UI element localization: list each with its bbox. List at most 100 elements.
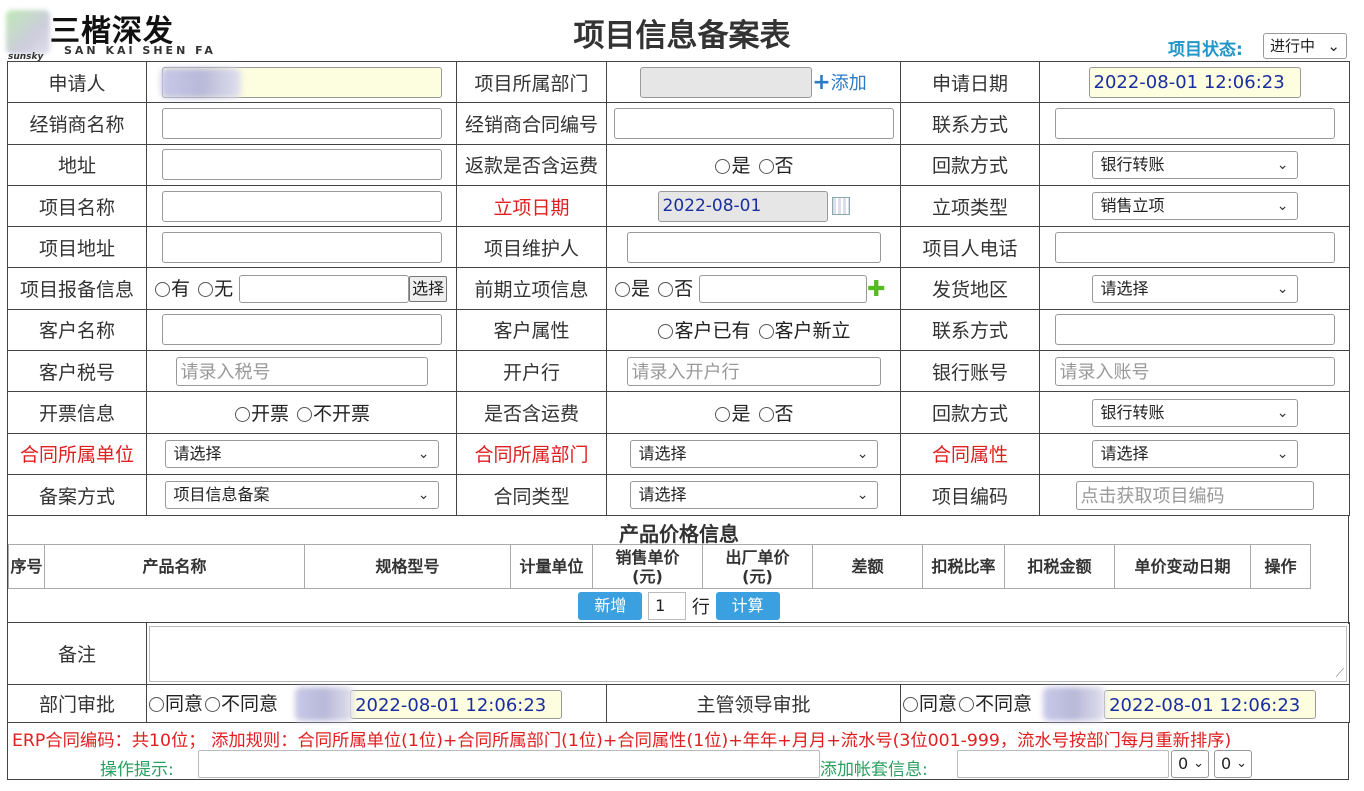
- row-unit-label: 行: [691, 597, 710, 618]
- dealer-name-input[interactable]: [161, 107, 442, 139]
- tax-no-input[interactable]: 请录入税号: [175, 356, 428, 386]
- invoice-no-label: 不开票: [313, 403, 371, 426]
- ship-region-select[interactable]: 请选择 ⌄: [1091, 274, 1298, 303]
- add-plus-icon[interactable]: ✚: [867, 277, 885, 302]
- project-address-input[interactable]: [161, 231, 442, 263]
- prior-no-radio[interactable]: [658, 281, 674, 297]
- record-method-select[interactable]: 项目信息备案 ⌄: [164, 481, 439, 510]
- op-hint-label: 操作提示:: [100, 760, 174, 780]
- report-have-radio[interactable]: [155, 281, 170, 297]
- product-col-header: 扣税金额: [1004, 544, 1115, 589]
- prior-setup-label: 前期立项信息: [456, 267, 607, 310]
- choose-button[interactable]: 选择: [409, 276, 448, 303]
- payment2-value: 银行转账: [1100, 402, 1165, 422]
- customer-exist-radio[interactable]: [658, 324, 674, 340]
- report-none-radio[interactable]: [198, 281, 214, 297]
- account-select-1-value: 0: [1178, 754, 1189, 773]
- account-set-input[interactable]: [957, 750, 1169, 778]
- dept-agree-radio[interactable]: [149, 696, 164, 712]
- freight-no-radio[interactable]: [758, 407, 774, 423]
- leader-disagree-label: 不同意: [975, 692, 1033, 715]
- product-price-section: 产品价格信息 序号 产品名称 规格型号 计量单位 销售单价 (元) 出厂单价 (元) 差额扣…: [7, 516, 1349, 624]
- freight-yes-label: 是: [731, 403, 751, 426]
- redacted-blur: [161, 68, 241, 98]
- leader-agree-radio[interactable]: [903, 696, 918, 712]
- redacted-blur: [1043, 687, 1105, 721]
- payment2-label: 回款方式: [900, 391, 1040, 434]
- calculate-button[interactable]: 计算: [715, 592, 780, 620]
- contract-type-select[interactable]: 请选择 ⌄: [629, 481, 878, 510]
- approval-table: 备注 ⟋ 部门审批 同意 不同意 2022-08-01 12:06:23 主管领导…: [7, 622, 1351, 723]
- rebate-no-label: 否: [774, 155, 794, 178]
- report-info-input[interactable]: [239, 275, 410, 304]
- contract-dept-select[interactable]: 请选择 ⌄: [629, 439, 878, 468]
- customer-exist-label: 客户已有: [674, 320, 751, 343]
- leader-disagree-radio[interactable]: [959, 696, 975, 712]
- payment2-select[interactable]: 银行转账 ⌄: [1091, 398, 1298, 427]
- account-input[interactable]: 请录入账号: [1054, 356, 1335, 386]
- address-label: 地址: [7, 143, 147, 186]
- account-select-2-value: 0: [1221, 754, 1232, 773]
- contract-attr-value: 请选择: [1100, 443, 1149, 463]
- chevron-down-icon: ⌄: [1276, 198, 1289, 215]
- project-phone-input[interactable]: [1054, 231, 1335, 263]
- status-label: 项目状态:: [1168, 40, 1243, 60]
- setup-date-input[interactable]: 2022-08-01: [657, 190, 828, 222]
- dealer-contract-input[interactable]: [613, 107, 894, 139]
- freight-label: 是否含运费: [456, 391, 607, 434]
- contact-input[interactable]: [1054, 107, 1335, 139]
- leader-approve-date[interactable]: 2022-08-01 12:06:23: [1104, 689, 1317, 719]
- op-hint-input[interactable]: [198, 750, 820, 778]
- customer-name-input[interactable]: [161, 314, 442, 346]
- maintainer-input[interactable]: [626, 231, 881, 263]
- dept-disagree-radio[interactable]: [205, 696, 221, 712]
- account-select-1[interactable]: 0 ⌄: [1171, 750, 1209, 778]
- remark-textarea[interactable]: ⟋: [149, 625, 1348, 682]
- chevron-down-icon: ⌄: [417, 487, 430, 504]
- project-code-input[interactable]: 点击获取项目编码: [1075, 480, 1314, 510]
- rebate-yes-radio[interactable]: [715, 159, 731, 175]
- report-none-label: 无: [214, 277, 234, 300]
- account-select-2[interactable]: 0 ⌄: [1214, 750, 1252, 778]
- plus-icon: +: [812, 70, 831, 96]
- dept-input[interactable]: [640, 66, 813, 98]
- prior-yes-radio[interactable]: [615, 281, 630, 297]
- invoice-no-radio[interactable]: [297, 407, 313, 423]
- product-col-header: 销售单价 (元): [592, 544, 703, 589]
- status-select[interactable]: 进行中 ⌄: [1263, 33, 1347, 59]
- invoice-yes-radio[interactable]: [234, 407, 250, 423]
- freight-yes-radio[interactable]: [715, 407, 731, 423]
- dept-agree-label: 同意: [165, 692, 204, 715]
- rebate-yes-label: 是: [731, 155, 751, 178]
- add-dept-link[interactable]: +添加: [812, 70, 866, 96]
- address-input[interactable]: [161, 149, 442, 181]
- resize-handle-icon[interactable]: ⟋: [1336, 666, 1344, 681]
- dept-approve-label: 部门审批: [7, 684, 147, 723]
- rebate-no-radio[interactable]: [758, 159, 774, 175]
- dept-approve-date[interactable]: 2022-08-01 12:06:23: [350, 689, 563, 719]
- apply-date-input[interactable]: 2022-08-01 12:06:23: [1088, 66, 1301, 98]
- chevron-down-icon: ⌄: [1193, 756, 1204, 771]
- row-count-input[interactable]: 1: [648, 592, 687, 620]
- bank-input[interactable]: 请录入开户行: [626, 356, 881, 386]
- remark-label: 备注: [7, 622, 147, 685]
- project-name-input[interactable]: [161, 190, 442, 222]
- contact2-input[interactable]: [1054, 314, 1335, 346]
- product-col-header: 序号: [8, 544, 45, 589]
- record-method-value: 项目信息备案: [173, 485, 270, 505]
- contract-unit-select[interactable]: 请选择 ⌄: [164, 439, 439, 468]
- setup-type-value: 销售立项: [1100, 196, 1165, 216]
- add-row-button[interactable]: 新增: [578, 592, 643, 620]
- prior-setup-input[interactable]: [699, 275, 868, 304]
- apply-date-cell: 2022-08-01 12:06:23: [1039, 60, 1350, 104]
- chevron-down-icon: ⌄: [1276, 280, 1289, 297]
- setup-type-select[interactable]: 销售立项 ⌄: [1091, 192, 1298, 221]
- project-name-label: 项目名称: [7, 184, 147, 228]
- product-col-header: 差额: [812, 544, 923, 589]
- product-table-header: 序号 产品名称 规格型号 计量单位 销售单价 (元) 出厂单价 (元) 差额 扣税比率 扣税金额…: [8, 544, 1311, 589]
- contract-attr-select[interactable]: 请选择 ⌄: [1091, 439, 1298, 468]
- dealer-contract-label: 经销商合同编号: [456, 102, 607, 145]
- customer-new-radio[interactable]: [758, 324, 774, 340]
- calendar-icon[interactable]: [831, 197, 850, 216]
- payment-select[interactable]: 银行转账 ⌄: [1091, 150, 1298, 179]
